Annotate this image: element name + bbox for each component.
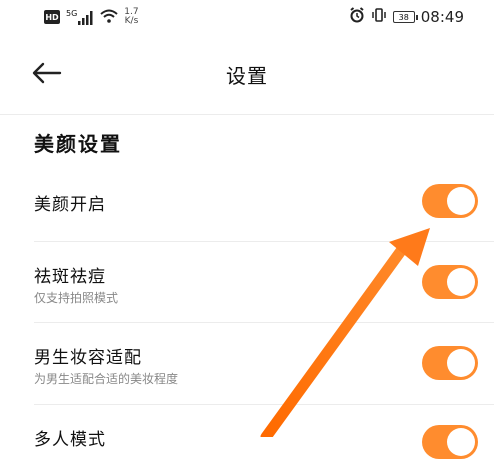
status-bar: HD 5G 1.7 K/s 38 08:49 <box>0 0 494 34</box>
setting-title: 美颜开启 <box>34 195 106 215</box>
battery-icon: 38 <box>392 11 418 23</box>
multi-person-toggle[interactable] <box>422 425 478 459</box>
alarm-icon <box>349 7 365 27</box>
status-right: 38 08:49 <box>349 6 464 28</box>
signal-label: 5G <box>66 9 78 18</box>
male-makeup-toggle[interactable] <box>422 346 478 380</box>
signal-5g-icon: 5G <box>66 9 94 25</box>
toggle-knob <box>447 268 475 296</box>
net-speed-unit: K/s <box>124 16 139 26</box>
beauty-enable-toggle[interactable] <box>422 184 478 218</box>
status-time: 08:49 <box>420 8 464 26</box>
setting-subtitle: 为男生适配合适的美妆程度 <box>34 372 179 386</box>
toggle-knob <box>447 349 475 377</box>
header-divider <box>0 114 494 115</box>
hd-badge: HD <box>44 10 60 24</box>
toggle-knob <box>447 428 475 456</box>
app-bar: 设置 <box>0 48 494 100</box>
network-speed: 1.7 K/s <box>124 8 138 26</box>
vibrate-icon <box>371 7 387 27</box>
section-title: 美颜设置 <box>34 132 122 156</box>
setting-title: 祛斑祛痘 <box>34 267 106 287</box>
setting-title: 男生妆容适配 <box>34 348 142 368</box>
page-title: 设置 <box>226 64 268 88</box>
wifi-icon <box>100 8 118 27</box>
setting-title: 多人模式 <box>34 430 106 450</box>
status-left: HD 5G 1.7 K/s <box>44 6 139 28</box>
toggle-knob <box>447 187 475 215</box>
setting-subtitle: 仅支持拍照模式 <box>34 291 119 305</box>
blemish-removal-toggle[interactable] <box>422 265 478 299</box>
